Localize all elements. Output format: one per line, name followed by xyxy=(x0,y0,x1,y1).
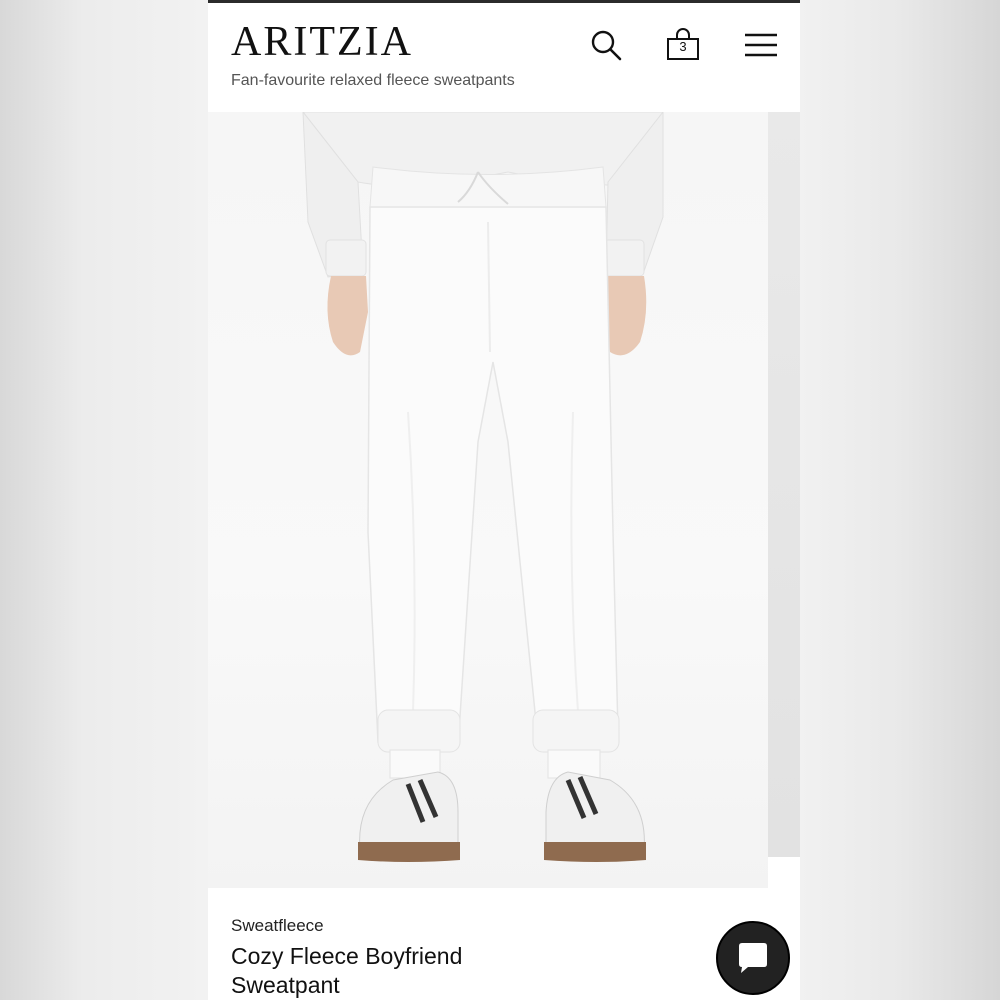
next-product-image-peek[interactable] xyxy=(768,112,800,857)
product-image[interactable] xyxy=(208,112,768,888)
chat-bubble-icon xyxy=(739,943,767,973)
product-subtitle: Fan-favourite relaxed fleece sweatpants xyxy=(231,72,515,88)
aritzia-logo[interactable]: ARITZIA xyxy=(231,21,413,63)
product-subtitle-cut: Fan-favourite relaxed fleece sweatpants xyxy=(231,68,791,88)
site-header: ARITZIA 3 xyxy=(208,3,800,75)
product-info: Sweatfleece Cozy Fleece Boyfriend Sweatp… xyxy=(208,888,800,1000)
background-blur-left xyxy=(0,0,208,1000)
chat-button[interactable] xyxy=(716,921,790,995)
search-icon xyxy=(591,30,622,61)
phone-screen: ARITZIA 3 Fan-favourite relaxed fleece s… xyxy=(208,0,800,1000)
menu-button[interactable] xyxy=(741,25,781,65)
shopping-bag-button[interactable]: 3 xyxy=(663,25,703,65)
background-blur-right xyxy=(800,0,1000,1000)
product-photo xyxy=(302,112,664,862)
bag-count-badge: 3 xyxy=(679,39,687,54)
product-category[interactable]: Sweatfleece xyxy=(231,916,324,936)
product-name[interactable]: Cozy Fleece Boyfriend Sweatpant xyxy=(231,942,531,1000)
search-button[interactable] xyxy=(586,25,626,65)
hamburger-menu-icon xyxy=(745,33,777,57)
